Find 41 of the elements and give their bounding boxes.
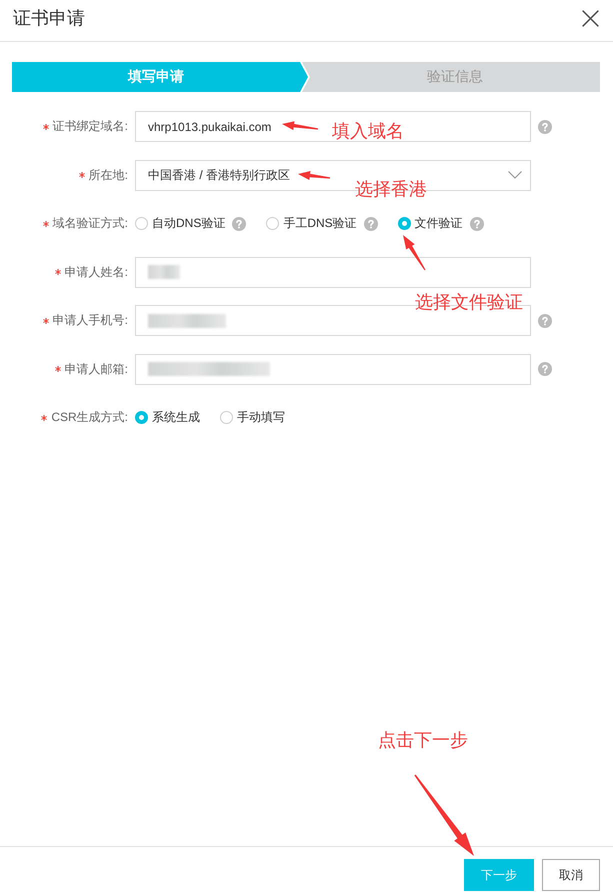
radio-label[interactable]: 手动填写 (237, 409, 285, 426)
annotation-arrow (298, 171, 330, 180)
field-label: 申请人手机号: (52, 312, 128, 329)
field-label: 域名验证方式: (52, 215, 128, 232)
radio-label[interactable]: 自动DNS验证 (152, 215, 226, 232)
radio-button[interactable] (135, 217, 148, 230)
field-label: 申请人姓名: (64, 264, 128, 280)
radio-label[interactable]: 文件验证 (414, 215, 463, 232)
annotation-note: 填入域名 (332, 120, 404, 142)
chevron-down-icon (508, 171, 522, 179)
radio-button[interactable] (135, 411, 148, 424)
field-label: 所在地: (88, 166, 128, 184)
cancel-button[interactable]: 取消 (542, 859, 600, 891)
blur-patch-icon (148, 362, 270, 376)
field-label: 申请人邮箱: (64, 360, 128, 378)
dialog-title: 证书申请 (13, 7, 85, 30)
progress-step: 验证信息 (302, 62, 600, 92)
annotation-note: 选择文件验证 (415, 291, 523, 313)
help-icon[interactable] (538, 120, 552, 134)
radio-label[interactable]: 系统生成 (152, 409, 200, 426)
annotation-arrow (403, 235, 426, 270)
progress-step: 填写申请 (12, 62, 308, 92)
input-field[interactable] (135, 354, 531, 384)
field-label: CSR生成方式: (51, 409, 128, 426)
blur-patch-icon (148, 265, 180, 279)
help-icon[interactable] (232, 216, 246, 230)
radio-button[interactable] (220, 411, 233, 424)
close-icon (582, 10, 598, 26)
radio-button[interactable] (266, 217, 280, 230)
field-label: 证书绑定域名: (52, 118, 128, 135)
help-icon[interactable] (364, 216, 378, 230)
blur-patch-icon (148, 314, 226, 328)
help-icon[interactable] (538, 314, 552, 328)
radio-button[interactable] (398, 217, 411, 230)
annotation-note: 点击下一步 (378, 729, 468, 751)
input-field[interactable] (135, 256, 531, 288)
radio-label[interactable]: 手工DNS验证 (283, 215, 357, 232)
annotation-arrow (282, 121, 318, 130)
help-icon[interactable] (470, 216, 484, 230)
close-button[interactable] (579, 7, 601, 29)
help-icon[interactable] (538, 362, 552, 376)
